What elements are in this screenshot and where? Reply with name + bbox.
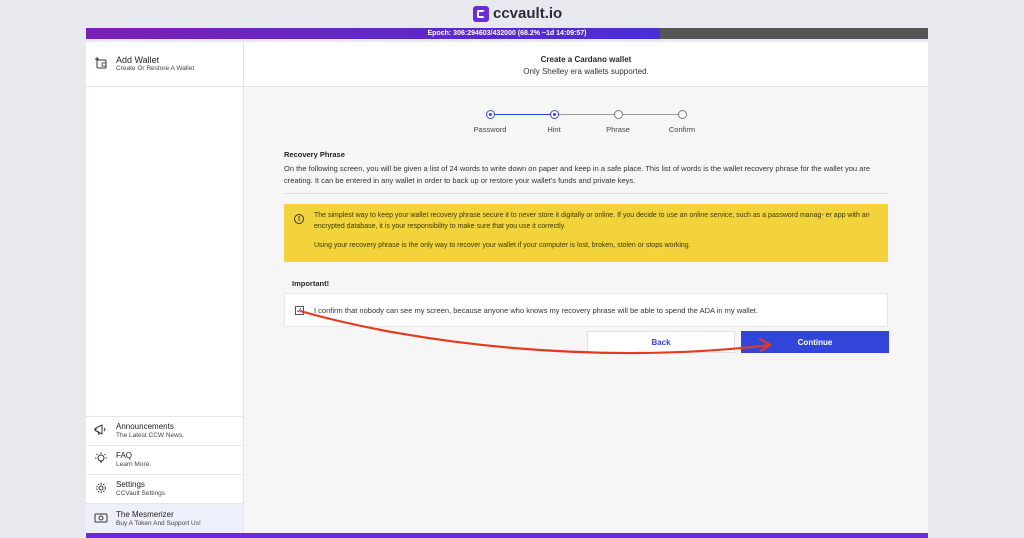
step-hint[interactable]: Hint: [524, 110, 584, 134]
page-title: Create a Cardano wallet: [540, 55, 632, 64]
back-button[interactable]: Back: [587, 331, 735, 353]
sidebar-item-subtitle: Buy A Token And Support Us!: [116, 520, 201, 527]
lightbulb-icon: [86, 452, 116, 469]
sidebar-add-wallet[interactable]: Add Wallet Create Or Restore A Wallet: [86, 42, 243, 87]
gear-icon: [86, 482, 116, 497]
epoch-text: Epoch: 306:294603/432000 (68.2% ~1d 14:0…: [427, 30, 587, 37]
step-label: Confirm: [668, 125, 696, 134]
sidebar-item-title: The Mesmerizer: [116, 510, 174, 519]
page-subtitle: Only Shelley era wallets supported.: [523, 67, 649, 76]
app-logo[interactable]: ccvault.io: [473, 5, 562, 22]
step-dot: [613, 110, 623, 119]
important-title: Important!: [292, 279, 330, 288]
sidebar-item-mesmerizer[interactable]: The Mesmerizer Buy A Token And Support U…: [86, 503, 243, 534]
sidebar-item-faq[interactable]: FAQ Learn More.: [86, 445, 243, 474]
confirm-text: I confirm that nobody can see my screen,…: [314, 306, 758, 315]
sidebar-item-title: Announcements: [116, 422, 174, 431]
warning-icon: !: [294, 214, 304, 224]
step-label: Hint: [547, 125, 561, 134]
step-dot: [549, 110, 559, 119]
step-label: Password: [473, 125, 507, 134]
step-password[interactable]: Password: [460, 110, 520, 134]
recovery-phrase-title: Recovery Phrase: [284, 150, 345, 159]
sidebar-item-subtitle: Learn More.: [116, 461, 152, 468]
megaphone-icon: [86, 423, 116, 439]
step-phrase: Phrase: [588, 110, 648, 134]
ccvault-logo-icon: [473, 5, 489, 22]
main-panel: Create a Cardano wallet Only Shelley era…: [244, 42, 928, 533]
recovery-phrase-description: On the following screen, you will be giv…: [284, 164, 870, 185]
continue-button[interactable]: Continue: [741, 331, 889, 353]
sidebar-item-settings[interactable]: Settings CCVault Settings: [86, 474, 243, 503]
important-section: Important! ✓ I confirm that nobody can s…: [284, 273, 888, 327]
step-label: Phrase: [606, 125, 630, 134]
token-icon: [86, 512, 116, 527]
sidebar-item-announcements[interactable]: Announcements The Latest CCW News.: [86, 416, 243, 445]
main-header: Create a Cardano wallet Only Shelley era…: [244, 42, 928, 87]
epoch-progress-bar: Epoch: 306:294603/432000 (68.2% ~1d 14:0…: [86, 28, 928, 39]
sidebar-item-title: Settings: [116, 480, 145, 489]
app-window: Add Wallet Create Or Restore A Wallet An…: [86, 42, 928, 534]
confirm-row[interactable]: ✓ I confirm that nobody can see my scree…: [284, 293, 888, 327]
wizard-stepper: Password Hint Phrase Confirm: [244, 110, 928, 140]
add-wallet-icon: [86, 56, 116, 73]
sidebar-header-title: Add Wallet: [116, 55, 160, 65]
sidebar: Add Wallet Create Or Restore A Wallet An…: [86, 42, 244, 534]
top-bar: ccvault.io: [0, 0, 1024, 28]
sidebar-item-subtitle: The Latest CCW News.: [116, 432, 184, 439]
sidebar-item-subtitle: CCVault Settings: [116, 490, 166, 497]
sidebar-header-subtitle: Create Or Restore A Wallet: [116, 65, 195, 72]
step-dot: [677, 110, 687, 119]
warning-text: The simplest way to keep your wallet rec…: [314, 210, 880, 251]
warning-paragraph-2: Using your recovery phrase is the only w…: [314, 242, 691, 249]
app-name: ccvault.io: [493, 5, 563, 22]
bottom-accent-strip: [86, 533, 928, 538]
security-warning-box: ! The simplest way to keep your wallet r…: [284, 204, 888, 262]
confirm-checkbox[interactable]: ✓: [295, 306, 304, 315]
step-confirm: Confirm: [652, 110, 712, 134]
step-dot: [485, 110, 495, 119]
warning-paragraph-1: The simplest way to keep your wallet rec…: [314, 212, 870, 230]
sidebar-item-title: FAQ: [116, 451, 133, 460]
divider: [284, 193, 888, 194]
